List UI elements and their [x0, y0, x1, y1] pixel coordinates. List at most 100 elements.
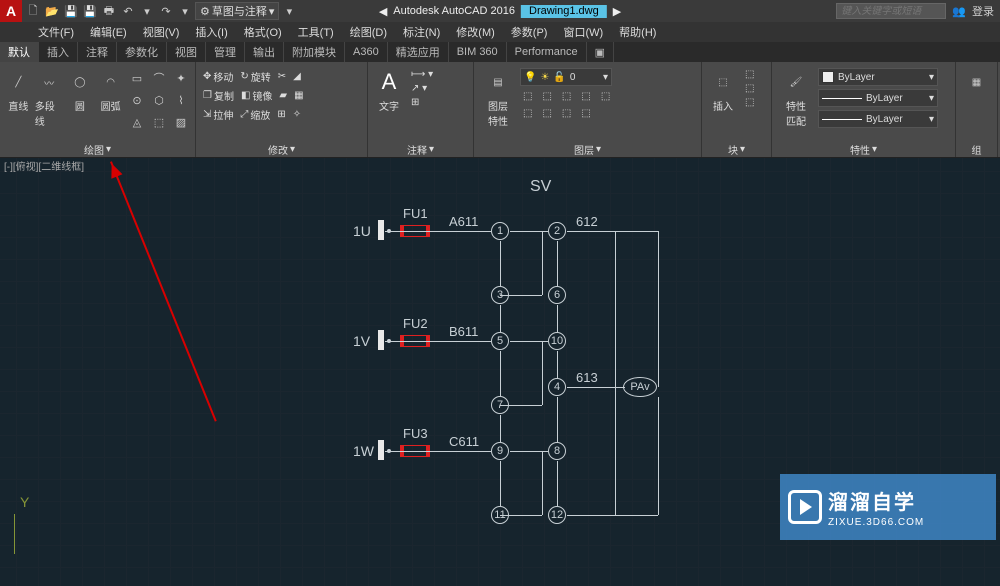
chevron-down-icon[interactable]: ▾ — [290, 144, 295, 155]
tab-annotate[interactable]: 注释 — [78, 42, 117, 62]
chevron-down-icon[interactable]: ▾ — [429, 144, 434, 155]
tab-featured[interactable]: 精选应用 — [388, 42, 449, 62]
open-icon[interactable]: 📂 — [43, 2, 61, 20]
panel-props-title: 特性 — [850, 142, 870, 157]
user-icon[interactable]: 👥 — [952, 5, 966, 18]
menu-format[interactable]: 格式(O) — [236, 22, 290, 42]
explode-button[interactable]: ✧ — [290, 108, 304, 121]
lweight-selector[interactable]: ByLayer▾ — [818, 89, 938, 107]
leader-button[interactable]: ↗ ▾ — [408, 82, 436, 95]
matchprop-button[interactable]: 🖌特性 匹配 — [776, 64, 816, 128]
layer-tool-7[interactable]: ⬚ — [539, 107, 554, 120]
chevron-down-icon[interactable]: ▾ — [106, 144, 111, 155]
title-nav-left[interactable]: ◀ — [379, 5, 387, 18]
menu-tools[interactable]: 工具(T) — [290, 22, 342, 42]
menu-modify[interactable]: 修改(M) — [448, 22, 503, 42]
block-tool-1[interactable]: ⬚ — [742, 68, 757, 81]
dim-button[interactable]: ⟼ ▾ — [408, 68, 436, 81]
menu-edit[interactable]: 编辑(E) — [82, 22, 135, 42]
tab-a360[interactable]: A360 — [345, 42, 388, 62]
saveas-icon[interactable]: 💾 — [81, 2, 99, 20]
layer-tool-2[interactable]: ⬚ — [539, 90, 554, 103]
draw-mini-7[interactable]: ◬ — [127, 112, 147, 132]
workspace-selector[interactable]: ⚙ 草图与注释 ▾ — [195, 2, 279, 20]
tab-param[interactable]: 参数化 — [117, 42, 167, 62]
draw-mini-9[interactable]: ▨ — [171, 112, 191, 132]
array2-button[interactable]: ⊞ — [274, 108, 288, 121]
text-button[interactable]: A文字 — [372, 64, 406, 113]
redo-drop-icon[interactable]: ▾ — [176, 2, 194, 20]
layer-tool-3[interactable]: ⬚ — [559, 90, 574, 103]
tab-expand[interactable]: ▣ — [587, 42, 614, 62]
undo-icon[interactable]: ↶ — [119, 2, 137, 20]
qat-menu-icon[interactable]: ▾ — [280, 2, 298, 20]
menu-file[interactable]: 文件(F) — [30, 22, 82, 42]
new-icon[interactable]: 🗋 — [24, 2, 42, 20]
draw-mini-8[interactable]: ⬚ — [149, 112, 169, 132]
tab-perf[interactable]: Performance — [507, 42, 587, 62]
chevron-down-icon[interactable]: ▾ — [740, 144, 745, 155]
block-tool-2[interactable]: ⬚ — [742, 82, 757, 95]
menu-insert[interactable]: 插入(I) — [187, 22, 235, 42]
menu-param[interactable]: 参数(P) — [503, 22, 556, 42]
redo-icon[interactable]: ↷ — [157, 2, 175, 20]
group-button[interactable]: ▦ — [960, 64, 993, 96]
tab-view[interactable]: 视图 — [167, 42, 206, 62]
layer-tool-5[interactable]: ⬚ — [598, 90, 613, 103]
menu-help[interactable]: 帮助(H) — [611, 22, 664, 42]
arc-button[interactable]: ◠圆弧 — [96, 64, 125, 113]
drawing-canvas[interactable]: [-][俯视][二维线框] SV 1U FU1 A611 1 3 1V FU2 … — [0, 158, 1000, 586]
menu-dim[interactable]: 标注(N) — [395, 22, 448, 42]
draw-mini-3[interactable]: ✦ — [171, 68, 191, 88]
chamfer-button[interactable]: ▰ — [276, 89, 290, 102]
table-button[interactable]: ⊞ — [408, 96, 436, 109]
tab-insert[interactable]: 插入 — [39, 42, 78, 62]
scale-button[interactable]: ⤢缩放 — [237, 106, 273, 123]
layer-tool-6[interactable]: ⬚ — [520, 107, 535, 120]
stretch-button[interactable]: ⇲拉伸 — [200, 106, 236, 123]
tab-manage[interactable]: 管理 — [206, 42, 245, 62]
layer-selector[interactable]: 💡 ☀ 🔓 0 ▾ — [520, 68, 612, 86]
line-button[interactable]: ╱直线 — [4, 64, 33, 113]
ltype-selector[interactable]: ByLayer▾ — [818, 110, 938, 128]
pline-button[interactable]: 〰多段线 — [35, 64, 64, 128]
search-input[interactable] — [836, 3, 946, 19]
undo-drop-icon[interactable]: ▾ — [138, 2, 156, 20]
trim-button[interactable]: ✂ — [275, 70, 289, 83]
tab-output[interactable]: 输出 — [245, 42, 284, 62]
menu-window[interactable]: 窗口(W) — [555, 22, 611, 42]
app-logo[interactable]: A — [0, 0, 22, 22]
tab-addons[interactable]: 附加模块 — [284, 42, 345, 62]
node-4: 4 — [548, 378, 566, 396]
draw-mini-5[interactable]: ⬡ — [149, 90, 169, 110]
circle-button[interactable]: ◯圆 — [66, 64, 95, 113]
print-icon[interactable]: 🖶 — [100, 2, 118, 20]
layer-props-button[interactable]: ▤图层 特性 — [478, 64, 518, 128]
mirror-button[interactable]: ◧镜像 — [238, 87, 275, 104]
title-nav-right[interactable]: ▶ — [613, 5, 621, 18]
menu-draw[interactable]: 绘图(D) — [342, 22, 395, 42]
save-icon[interactable]: 💾 — [62, 2, 80, 20]
menu-view[interactable]: 视图(V) — [135, 22, 188, 42]
block-tool-3[interactable]: ⬚ — [742, 96, 757, 109]
copy-button[interactable]: ❐复制 — [200, 87, 237, 104]
layer-tool-8[interactable]: ⬚ — [559, 107, 574, 120]
draw-mini-6[interactable]: ⌇ — [171, 90, 191, 110]
layer-tool-9[interactable]: ⬚ — [578, 107, 593, 120]
move-button[interactable]: ✥移动 — [200, 68, 236, 85]
draw-mini-2[interactable]: ⌒ — [149, 68, 169, 88]
login-label[interactable]: 登录 — [972, 3, 994, 19]
draw-mini-4[interactable]: ⊙ — [127, 90, 147, 110]
insert-button[interactable]: ⬚插入 — [706, 64, 740, 113]
draw-mini-1[interactable]: ▭ — [127, 68, 147, 88]
chevron-down-icon[interactable]: ▾ — [596, 144, 601, 155]
tab-bim360[interactable]: BIM 360 — [449, 42, 507, 62]
chevron-down-icon[interactable]: ▾ — [872, 144, 877, 155]
layer-tool-1[interactable]: ⬚ — [520, 90, 535, 103]
tab-default[interactable]: 默认 — [0, 42, 39, 62]
array-button[interactable]: ▦ — [291, 89, 306, 102]
fillet-button[interactable]: ◢ — [290, 70, 304, 83]
layer-tool-4[interactable]: ⬚ — [578, 90, 593, 103]
rotate-button[interactable]: ↻旋转 — [237, 68, 273, 85]
color-selector[interactable]: ByLayer▾ — [818, 68, 938, 86]
